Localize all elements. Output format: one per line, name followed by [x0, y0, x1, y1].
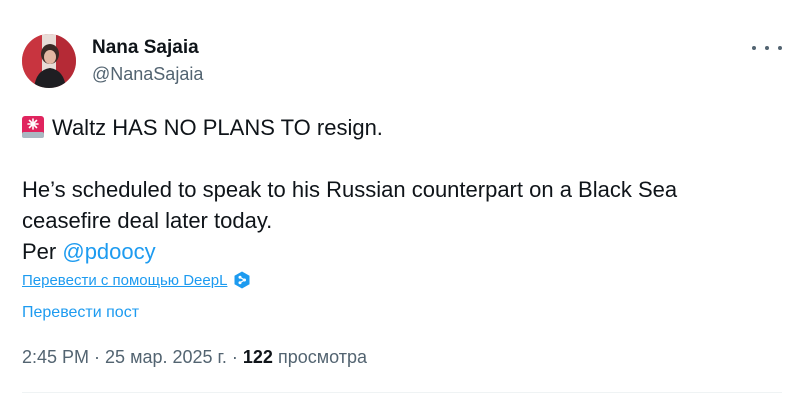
views-count: 122	[242, 347, 273, 367]
per-prefix: Per	[22, 239, 63, 264]
tweet-time[interactable]: 2:45 PM	[22, 347, 89, 367]
translate-deepl-link[interactable]: Перевести с помощью DeepL	[22, 271, 251, 289]
tweet-text: Waltz HAS NO PLANS TO resign. He’s sched…	[22, 112, 782, 267]
tweet-line-3: ceasefire deal later today.	[22, 208, 273, 233]
more-options-icon[interactable]	[752, 40, 782, 56]
tweet-line-4: Per @pdoocy	[22, 236, 782, 267]
mention-link[interactable]: @pdoocy	[62, 239, 155, 264]
views-label: просмотра	[277, 347, 367, 367]
rotating-light-icon	[22, 116, 44, 138]
tweet-line-1: Waltz HAS NO PLANS TO resign.	[22, 112, 782, 143]
tweet-date[interactable]: 25 мар. 2025 г.	[105, 347, 227, 367]
avatar[interactable]	[22, 34, 76, 88]
divider	[22, 392, 782, 393]
tweet-meta: 2:45 PM · 25 мар. 2025 г. · 122 просмотр…	[22, 347, 367, 368]
meta-separator-2: ·	[226, 347, 243, 367]
meta-separator-1: ·	[89, 347, 106, 367]
translate-deepl-label: Перевести с помощью DeepL	[22, 271, 228, 289]
tweet-line-1-text: Waltz HAS NO PLANS TO resign.	[52, 115, 383, 140]
translate-post-button[interactable]: Перевести пост	[22, 304, 139, 322]
tweet-line-2: He’s scheduled to speak to his Russian c…	[22, 177, 678, 202]
author-handle[interactable]: @NanaSajaia	[92, 64, 203, 85]
tweet: Nana Sajaia @NanaSajaia Waltz HAS NO PLA…	[0, 0, 800, 407]
deepl-icon	[234, 271, 250, 289]
author-name[interactable]: Nana Sajaia	[92, 37, 199, 59]
